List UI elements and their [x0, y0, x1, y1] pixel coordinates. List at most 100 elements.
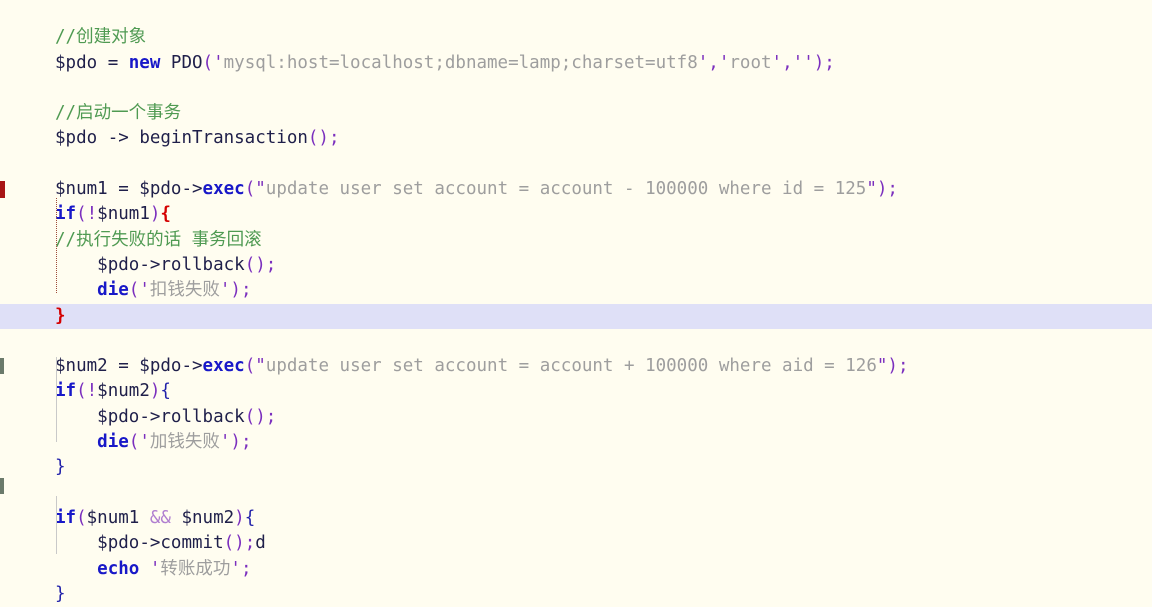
method-commit: commit [160, 533, 224, 554]
code-line-12[interactable]: die('扣钱失败'); [0, 278, 1152, 303]
function-die: die [97, 280, 129, 301]
brace-open: { [160, 381, 171, 402]
code-line-15[interactable]: $num2 = $pdo->exec("update user set acco… [0, 354, 1152, 379]
sql-string: update user set account = account - 1000… [265, 179, 867, 200]
brace-close: } [55, 457, 66, 478]
code-line-19[interactable]: } [0, 455, 1152, 480]
quote: ' [230, 558, 241, 579]
semicolon: ; [824, 52, 835, 73]
variable-token: $num1 [97, 204, 150, 225]
brace-close-highlighted: } [55, 305, 66, 326]
paren-close: ) [234, 507, 245, 528]
method-rollback: rollback [160, 406, 245, 427]
message-string: 加钱失败 [149, 432, 220, 453]
paren-close: ) [230, 432, 241, 453]
parens: () [223, 533, 245, 554]
code-line-18[interactable]: die('加钱失败'); [0, 430, 1152, 455]
arrow-operator: -> [139, 533, 161, 554]
code-line-11[interactable]: $pdo->rollback(); [0, 253, 1152, 278]
semicolon: ; [244, 533, 256, 554]
quote: ' [149, 558, 161, 579]
quote: ' [697, 52, 709, 73]
code-line-9[interactable]: if(!$num1){ [0, 202, 1152, 227]
code-line-23[interactable]: echo '转账成功'; [0, 557, 1152, 582]
code-line-3[interactable]: $pdo = new PDO('mysql:host=localhost;dbn… [0, 51, 1152, 76]
parens: () [307, 128, 329, 149]
sql-string: update user set account = account + 1000… [265, 356, 877, 377]
code-line-20[interactable] [0, 481, 1152, 506]
code-line-2[interactable]: //创建对象 [0, 25, 1152, 50]
comma: , [782, 52, 793, 73]
variable-token: $pdo [97, 533, 140, 554]
quote: ' [139, 280, 150, 301]
indent-guide-block-2 [56, 357, 58, 442]
paren-close: ) [149, 204, 161, 225]
object-token: $pdo [139, 179, 182, 200]
keyword-if: if [55, 507, 77, 528]
code-line-8[interactable]: $num1 = $pdo->exec("update user set acco… [0, 177, 1152, 202]
quote: " [255, 179, 266, 200]
arrow-operator: -> [139, 254, 161, 275]
paren-open: ( [244, 356, 256, 377]
code-line-10[interactable]: //执行失败的话 事务回滚 [0, 228, 1152, 253]
code-line-13-current[interactable]: } [0, 303, 1152, 329]
method-exec: exec [202, 356, 245, 377]
code-line-5[interactable]: //启动一个事务 [0, 101, 1152, 126]
code-line-1[interactable] [0, 0, 1152, 25]
arrow-operator: -> [97, 128, 140, 149]
quote: ' [803, 52, 814, 73]
dsn-string: mysql:host=localhost;dbname=lamp;charset… [223, 52, 698, 73]
code-line-7[interactable] [0, 152, 1152, 177]
not-operator: ! [86, 381, 98, 402]
indent-guide-block-3 [56, 496, 58, 554]
semicolon: ; [240, 558, 252, 579]
code-line-14[interactable] [0, 329, 1152, 354]
brace-close: } [55, 583, 66, 604]
quote: ' [792, 52, 804, 73]
semicolon: ; [240, 280, 252, 301]
object-token: $pdo [139, 356, 182, 377]
indent-guide-block-1 [56, 198, 58, 293]
variable-token: $pdo [97, 254, 140, 275]
variable-token: $num2 [181, 507, 235, 528]
keyword-new: new [128, 52, 161, 73]
comment-token: //执行失败的话 事务回滚 [55, 229, 262, 250]
arrow-operator: -> [181, 179, 203, 200]
code-line-21[interactable]: if($num1 && $num2){ [0, 506, 1152, 531]
variable-token: $num1 [86, 507, 140, 528]
semicolon: ; [240, 432, 252, 453]
keyword-echo: echo [97, 558, 140, 579]
operator-token: = [107, 356, 140, 377]
message-string: 转账成功 [160, 558, 231, 579]
code-line-22[interactable]: $pdo->commit();d [0, 531, 1152, 556]
variable-token: $pdo [55, 128, 98, 149]
comma: , [708, 52, 719, 73]
paren-open: ( [76, 204, 87, 225]
username-string: root [729, 52, 772, 73]
and-operator: && [139, 507, 182, 528]
code-line-17[interactable]: $pdo->rollback(); [0, 405, 1152, 430]
variable-token: $pdo [55, 52, 98, 73]
quote: ' [219, 280, 231, 301]
arrow-operator: -> [181, 356, 203, 377]
code-line-6[interactable]: $pdo -> beginTransaction(); [0, 126, 1152, 151]
code-line-4[interactable] [0, 76, 1152, 101]
code-content[interactable]: //创建对象 $pdo = new PDO('mysql:host=localh… [0, 0, 1152, 604]
code-editor[interactable]: //创建对象 $pdo = new PDO('mysql:host=localh… [0, 0, 1152, 604]
code-line-16[interactable]: if(!$num2){ [0, 379, 1152, 404]
code-line-24[interactable]: } [0, 582, 1152, 607]
method-rollback: rollback [160, 254, 245, 275]
quote: ' [771, 52, 783, 73]
quote: ' [139, 432, 150, 453]
paren-open: ( [202, 52, 214, 73]
quote: ' [213, 52, 224, 73]
parens: () [244, 406, 266, 427]
paren-close: ) [887, 356, 898, 377]
comment-token: //创建对象 [55, 27, 147, 48]
class-name-token: PDO [160, 52, 203, 73]
